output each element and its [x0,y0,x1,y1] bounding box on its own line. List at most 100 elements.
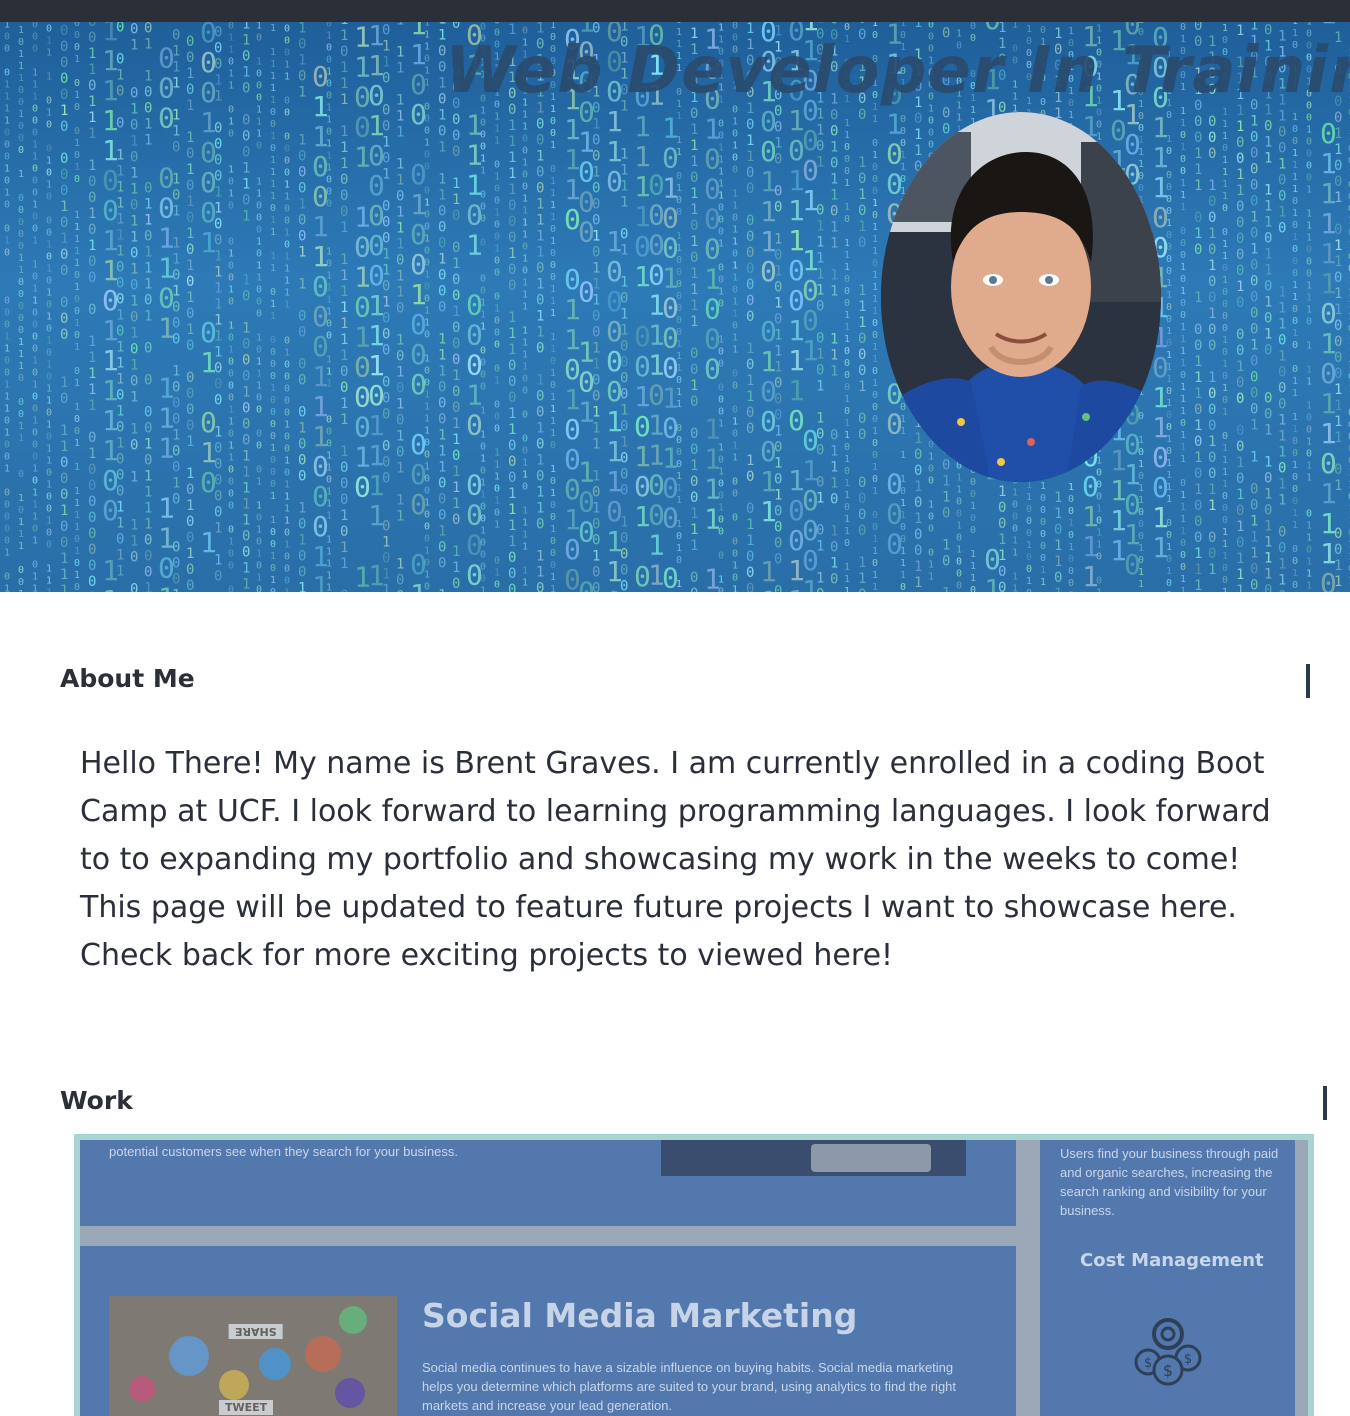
binary-digit: 0 [690,106,698,122]
binary-digit: 1 [270,311,276,322]
binary-digit: 1 [1334,190,1342,206]
binary-digit: 1 [480,321,486,332]
binary-digit: 1 [718,466,724,477]
binary-digit: 1 [1180,526,1186,537]
binary-digit: 0 [438,124,446,140]
binary-digit: 1 [718,574,724,585]
binary-digit: 1 [326,583,332,592]
binary-digit: 0 [116,52,124,68]
binary-digit: 0 [256,284,262,295]
binary-digit: 1 [816,283,824,299]
binary-digit: 1 [872,22,878,29]
binary-digit: 0 [284,432,290,443]
binary-digit: 0 [1278,525,1286,541]
binary-digit: 1 [536,228,544,244]
binary-digit: 0 [46,468,52,479]
binary-digit: 1 [228,188,234,199]
binary-digit: 0 [550,536,556,547]
binary-digit: 1 [690,138,698,154]
binary-digit: 1 [438,108,446,124]
binary-digit: 0 [228,548,234,559]
binary-digit: 0 [298,549,306,565]
binary-digit: 0 [382,198,390,214]
binary-digit: 0 [46,408,52,419]
binary-digit: 0 [130,22,138,38]
binary-digit: 0 [746,277,754,293]
binary-digit: 1 [970,561,976,572]
binary-digit: 0 [1194,498,1202,514]
binary-digit: 0 [620,531,628,547]
binary-digit: 1 [774,264,782,280]
binary-digit: 0 [284,564,290,575]
binary-digit: 1 [74,234,80,245]
binary-digit: 1 [816,347,824,363]
binary-digit: 1 [858,299,866,315]
binary-digit: 1 [1278,493,1286,509]
binary-digit: 1 [214,553,222,569]
binary-digit: 1 [494,172,500,183]
binary-digit: 0 [172,315,180,331]
binary-digit: 0 [4,523,10,534]
binary-digit: 1 [1306,437,1312,448]
binary-digit: 0 [88,30,96,46]
work-project-card[interactable]: potential customers see when they search… [74,1134,1314,1416]
binary-digit: 0 [858,203,866,219]
binary-digit: 1 [256,500,262,511]
binary-digit: 0 [116,22,124,36]
binary-digit: 1 [592,340,600,356]
binary-digit: 1 [228,404,234,415]
binary-digit: 1 [88,366,96,382]
binary-digit: 1 [1278,317,1286,333]
binary-digit: 1 [1040,481,1046,492]
binary-digit: 1 [130,326,138,342]
binary-digit: 0 [830,540,838,556]
binary-digit: 0 [186,418,194,434]
binary-digit: 0 [18,97,24,108]
binary-digit: 1 [74,378,80,389]
binary-digit: 1 [228,116,234,127]
binary-digit: 1 [396,22,404,28]
binary-digit: 0 [186,578,194,592]
binary-digit: 1 [4,91,10,102]
binary-digit: 0 [326,175,332,186]
binary-digit: 1 [718,190,724,201]
binary-digit: 0 [1250,226,1258,242]
binary-digit: 1 [550,236,556,247]
binary-digit: 0 [1040,493,1046,504]
binary-digit: 1 [900,22,906,29]
binary-digit: 0 [186,34,194,50]
binary-digit: 1 [1194,178,1202,194]
binary-digit: 0 [326,91,332,102]
binary-digit: 1 [382,262,390,278]
binary-digit: 0 [1068,566,1074,577]
binary-digit: 0 [676,327,682,338]
binary-digit: 0 [844,346,850,357]
binary-digit: 1 [312,210,329,243]
binary-digit: 0 [4,151,10,162]
binary-digit: 0 [718,394,724,405]
binary-digit: 1 [1306,221,1312,232]
binary-digit: 0 [424,378,430,389]
binary-digit: 1 [522,289,528,300]
about-text: Hello There! My name is Brent Graves. I … [80,746,1271,973]
binary-digit: 1 [46,180,52,191]
binary-digit: 0 [116,452,124,468]
binary-digit: 0 [382,326,390,342]
binary-digit: 0 [18,85,24,96]
binary-digit: 0 [116,468,124,484]
binary-digit: 1 [1166,326,1172,337]
binary-digit: 0 [592,580,600,592]
binary-digit: 0 [1278,173,1286,189]
binary-digit: 0 [1222,575,1228,586]
binary-digit: 1 [326,271,332,282]
binary-digit: 1 [228,68,234,79]
binary-digit: 1 [116,180,124,196]
binary-digit: 1 [74,522,80,533]
binary-digit: 1 [424,306,430,317]
binary-digit: 1 [396,460,404,476]
binary-digit: 1 [998,484,1006,500]
binary-digit: 1 [424,22,430,29]
binary-digit: 0 [144,533,152,549]
binary-digit: 0 [186,370,194,386]
binary-digit: 0 [1222,323,1228,334]
